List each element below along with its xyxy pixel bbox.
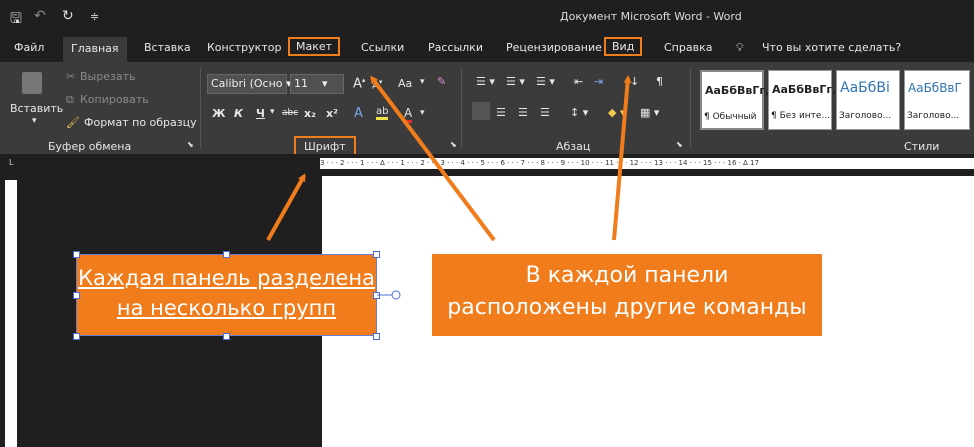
rotate-handle — [391, 290, 401, 300]
arrow-to-view-tab — [612, 75, 632, 241]
arrow-to-layout-tab — [370, 75, 496, 242]
arrows-overlay — [266, 75, 632, 300]
arrow-to-font-group — [266, 173, 306, 241]
